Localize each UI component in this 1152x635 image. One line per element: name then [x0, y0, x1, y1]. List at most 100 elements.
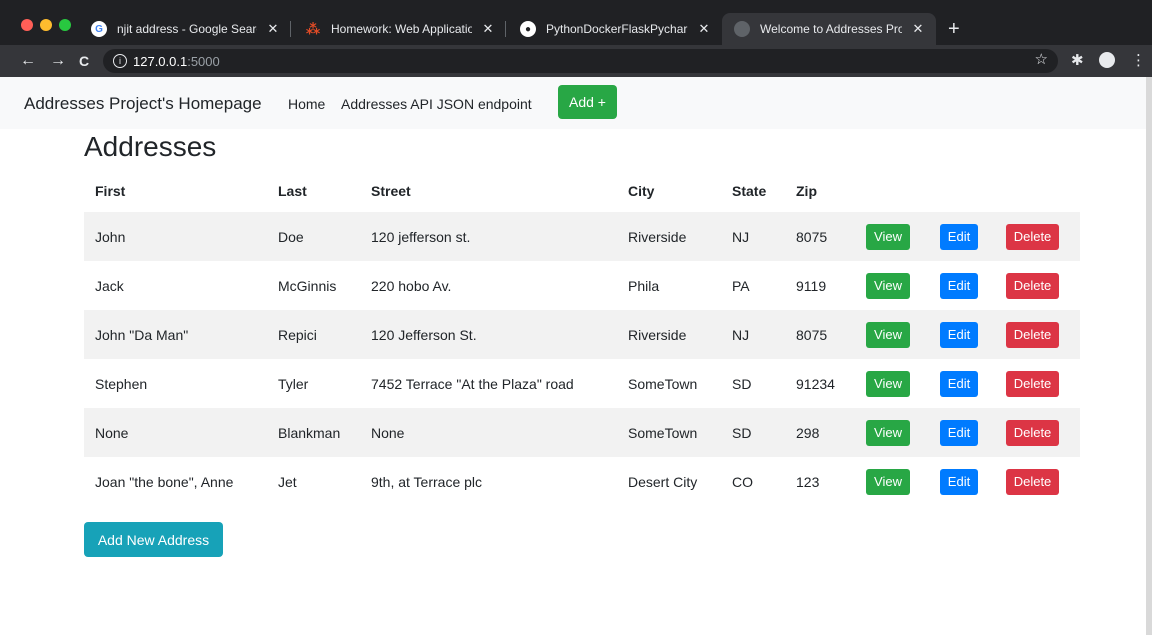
view-button[interactable]: View — [866, 223, 910, 250]
column-header-first: First — [95, 183, 126, 199]
globe-icon — [734, 21, 750, 37]
column-header-street: Street — [371, 183, 411, 199]
window-maximize-button[interactable] — [59, 19, 71, 31]
page-title: Addresses — [84, 131, 217, 162]
delete-button[interactable]: Delete — [1006, 272, 1059, 299]
cell-state: NJ — [721, 310, 785, 359]
cell-state: SD — [732, 375, 752, 392]
window-minimize-button[interactable] — [40, 19, 52, 31]
tab-title: Homework: Web Application Pr — [331, 22, 472, 36]
cell-first: John — [84, 212, 267, 261]
cell-street: 7452 Terrace "At the Plaza" road — [371, 375, 574, 392]
cell-city: Desert City — [628, 473, 698, 490]
cell-first: None — [84, 408, 267, 457]
profile-avatar-icon[interactable] — [1099, 51, 1115, 73]
view-button[interactable]: View — [866, 468, 910, 495]
cell-street: 120 Jefferson St. — [360, 310, 617, 359]
table-row: John Doe 120 jefferson st. Riverside NJ … — [84, 212, 1080, 261]
column-header-last: Last — [278, 183, 307, 199]
column-header-zip: Zip — [796, 183, 817, 199]
cell-zip: 9119 — [796, 277, 827, 294]
cell-zip: 298 — [785, 408, 855, 457]
cell-zip: 91234 — [796, 375, 835, 392]
table-row: Stephen Tyler 7452 Terrace "At the Plaza… — [84, 359, 1080, 408]
tab-title: Welcome to Addresses Project — [760, 22, 902, 36]
close-tab-icon[interactable]: ✕ — [696, 21, 712, 37]
delete-button[interactable]: Delete — [1006, 468, 1059, 495]
browser-tab-active[interactable]: Welcome to Addresses Project ✕ — [722, 13, 936, 45]
cell-city: SomeTown — [617, 408, 721, 457]
cell-first: Jack — [95, 277, 124, 294]
edit-button[interactable]: Edit — [940, 419, 978, 446]
canvas-icon: ⁂ — [305, 20, 321, 37]
edit-button[interactable]: Edit — [940, 468, 978, 495]
addresses-table: First Last Street City State Zip John Do… — [84, 170, 1080, 506]
cell-last: Blankman — [267, 408, 360, 457]
edit-button[interactable]: Edit — [940, 223, 978, 250]
table-row: Jack McGinnis 220 hobo Av. Phila PA 9119… — [84, 261, 1080, 310]
add-button[interactable]: Add + — [558, 85, 617, 119]
add-new-address-button[interactable]: Add New Address — [84, 522, 223, 557]
edit-button[interactable]: Edit — [940, 321, 978, 348]
site-navbar: Addresses Project's Homepage Home Addres… — [0, 77, 1152, 129]
back-icon[interactable]: ← — [20, 51, 36, 71]
address-bar[interactable]: i 127.0.0.1 :5000 ☆ — [103, 49, 1058, 73]
close-tab-icon[interactable]: ✕ — [265, 21, 281, 37]
cell-state: SD — [721, 408, 785, 457]
info-icon[interactable]: i — [113, 54, 127, 68]
cell-city: Phila — [628, 277, 660, 294]
delete-button[interactable]: Delete — [1006, 223, 1059, 250]
view-button[interactable]: View — [866, 370, 910, 397]
delete-button[interactable]: Delete — [1006, 321, 1059, 348]
browser-menu-icon[interactable]: ⋮ — [1131, 51, 1146, 71]
cell-city: SomeTown — [628, 375, 698, 392]
cell-first: John "Da Man" — [84, 310, 267, 359]
delete-button[interactable]: Delete — [1006, 419, 1059, 446]
new-tab-button[interactable]: + — [948, 19, 960, 39]
extensions-icon[interactable]: ✱ — [1071, 51, 1084, 71]
reload-icon[interactable]: C — [79, 51, 89, 71]
window-close-button[interactable] — [21, 19, 33, 31]
cell-zip: 123 — [796, 473, 820, 490]
nav-link-home[interactable]: Home — [288, 96, 325, 112]
nav-link-api-endpoint[interactable]: Addresses API JSON endpoint — [341, 96, 532, 112]
cell-street: 120 jefferson st. — [360, 212, 617, 261]
bookmark-star-icon[interactable]: ☆ — [1035, 50, 1048, 68]
cell-last: Tyler — [278, 375, 309, 392]
forward-icon[interactable]: → — [50, 51, 66, 71]
view-button[interactable]: View — [866, 419, 910, 446]
cell-city: Riverside — [617, 212, 721, 261]
close-tab-icon[interactable]: ✕ — [480, 21, 496, 37]
browser-tab-github[interactable]: ● PythonDockerFlaskPycharm/la ✕ — [508, 13, 722, 45]
cell-zip: 8075 — [785, 212, 855, 261]
browser-toolbar: ← → C i 127.0.0.1 :5000 ☆ ✱ ⋮ — [0, 45, 1152, 77]
cell-street: None — [360, 408, 617, 457]
cell-last: McGinnis — [278, 277, 337, 294]
navbar-brand[interactable]: Addresses Project's Homepage — [24, 94, 262, 114]
cell-state: PA — [732, 277, 750, 294]
cell-first: Joan "the bone", Anne — [95, 473, 234, 490]
cell-state: CO — [732, 473, 753, 490]
cell-city: Riverside — [617, 310, 721, 359]
edit-button[interactable]: Edit — [940, 272, 978, 299]
delete-button[interactable]: Delete — [1006, 370, 1059, 397]
close-tab-icon[interactable]: ✕ — [910, 21, 926, 37]
cell-street: 220 hobo Av. — [371, 277, 452, 294]
view-button[interactable]: View — [866, 272, 910, 299]
column-header-state: State — [732, 183, 767, 199]
table-header-row: First Last Street City State Zip — [84, 170, 1080, 212]
cell-state: NJ — [721, 212, 785, 261]
browser-tab-strip: G njit address - Google Search ✕ ⁂ Homew… — [0, 0, 1152, 45]
table-row: None Blankman None SomeTown SD 298 View … — [84, 408, 1080, 457]
browser-tab-homework[interactable]: ⁂ Homework: Web Application Pr ✕ — [293, 13, 506, 45]
column-header-city: City — [628, 183, 655, 199]
view-button[interactable]: View — [866, 321, 910, 348]
url-port: :5000 — [187, 53, 220, 69]
tab-title: njit address - Google Search — [117, 22, 257, 36]
cell-last: Jet — [278, 473, 297, 490]
cell-zip: 8075 — [785, 310, 855, 359]
browser-tab-google-search[interactable]: G njit address - Google Search ✕ — [79, 13, 291, 45]
edit-button[interactable]: Edit — [940, 370, 978, 397]
window-edge — [1146, 77, 1152, 635]
table-row: John "Da Man" Repici 120 Jefferson St. R… — [84, 310, 1080, 359]
